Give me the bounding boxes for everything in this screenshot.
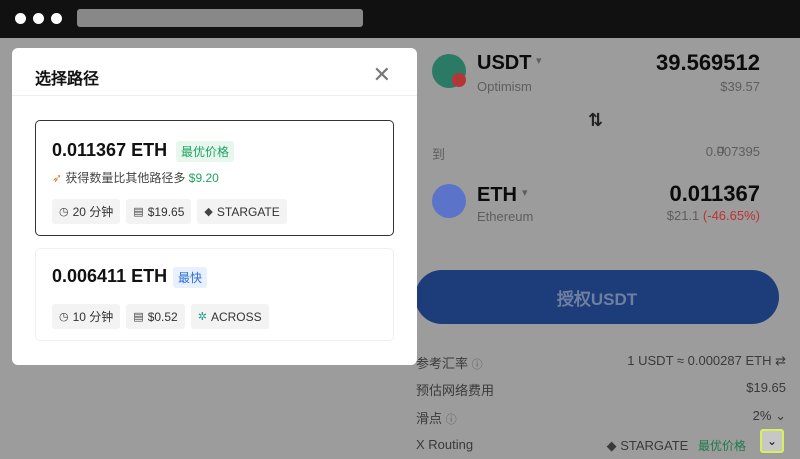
to-network: Ethereum: [477, 209, 534, 224]
to-token-symbol[interactable]: ETH: [477, 184, 517, 207]
x-routing-row: X Routing ◆ STARGATE 最优价格: [416, 437, 746, 453]
from-token-symbol[interactable]: USDT: [477, 52, 531, 75]
modal-title: 选择路径: [35, 71, 100, 88]
best-price-badge: 最优价格: [176, 141, 235, 162]
from-usd-value: $39.57: [720, 79, 760, 94]
chevron-down-icon[interactable]: ▾: [522, 186, 528, 199]
chevron-down-icon[interactable]: ▾: [536, 54, 542, 67]
eth-coin-icon: [432, 184, 466, 218]
to-amount: 0.011367: [669, 181, 760, 206]
refresh-icon[interactable]: ⇄: [775, 353, 786, 368]
swap-direction-icon[interactable]: ⇅: [588, 110, 603, 131]
gas-pump-icon: ▤: [133, 206, 144, 218]
chevron-down-icon: ⌄: [766, 434, 778, 448]
stargate-icon: ◆: [606, 438, 617, 453]
fastest-badge: 最快: [173, 267, 208, 288]
stargate-icon: ◆: [204, 206, 213, 218]
window-dot: [51, 13, 62, 24]
from-network: Optimism: [477, 79, 532, 94]
slippage-row: 滑点 ⓘ 2% ⌄: [416, 408, 786, 426]
gas-pump-icon: ▤: [133, 311, 144, 323]
approve-usdt-button[interactable]: 授权USDT: [415, 270, 779, 324]
clock-icon: ◷: [59, 206, 69, 218]
to-balance: 0.007395: [705, 144, 760, 159]
window-dot: [15, 13, 26, 24]
to-usd-value: $21.1: [666, 208, 700, 223]
rocket-icon: ➶: [52, 171, 63, 185]
across-icon: ✲: [197, 311, 207, 323]
time-chip: ◷ 20 分钟: [52, 199, 121, 224]
route-meta: ◷ 20 分钟 ▤ $19.65 ◆ STARGATE: [52, 199, 287, 224]
window-dot: [33, 13, 44, 24]
close-icon[interactable]: ✕: [373, 62, 391, 88]
fee-chip: ▤ $0.52: [126, 304, 185, 329]
to-label: 到: [432, 147, 446, 162]
address-bar[interactable]: [77, 9, 363, 27]
route-meta: ◷ 10 分钟 ▤ $0.52 ✲ ACROSS: [52, 304, 269, 329]
route-option-stargate[interactable]: 0.011367 ETH 最优价格 ➶ 获得数量比其他路径多 $9.20 ◷ 20…: [35, 120, 394, 236]
route-amount: 0.011367 ETH: [52, 140, 168, 160]
route-option-across[interactable]: 0.006411 ETH 最快 ◷ 10 分钟 ▤ $0.52 ✲ ACROSS: [35, 248, 394, 341]
bridge-chip: ✲ ACROSS: [190, 304, 269, 329]
chevron-down-icon[interactable]: ⌄: [775, 408, 786, 423]
optimism-network-icon: [452, 73, 466, 87]
price-impact: (-46.65%): [702, 208, 760, 223]
reference-rate-row: 参考汇率 ⓘ 1 USDT ≈ 0.000287 ETH ⇄: [416, 353, 786, 371]
to-value-row: $21.1 (-46.65%): [667, 208, 760, 223]
time-chip: ◷ 10 分钟: [52, 304, 121, 329]
expand-routing-button[interactable]: ⌄: [760, 429, 784, 453]
network-fee-row: 预估网络费用 $19.65: [416, 380, 786, 398]
fee-chip: ▤ $19.65: [126, 199, 192, 224]
swap-card: USDT ▾ Optimism 39.569512 $39.57 ⇅ 到 ◘ 0…: [410, 38, 800, 459]
route-amount: 0.006411 ETH: [52, 266, 168, 286]
clock-icon: ◷: [59, 311, 69, 323]
route-saving: ➶ 获得数量比其他路径多 $9.20: [52, 171, 219, 185]
divider: [12, 95, 417, 96]
info-icon[interactable]: ⓘ: [446, 414, 457, 426]
bridge-chip: ◆ STARGATE: [197, 199, 287, 224]
from-amount[interactable]: 39.569512: [656, 50, 760, 76]
browser-toolbar: [0, 0, 800, 38]
select-route-modal: 选择路径 ✕ 0.011367 ETH 最优价格 ➶ 获得数量比其他路径多 $9…: [12, 48, 417, 365]
info-icon[interactable]: ⓘ: [472, 359, 483, 371]
